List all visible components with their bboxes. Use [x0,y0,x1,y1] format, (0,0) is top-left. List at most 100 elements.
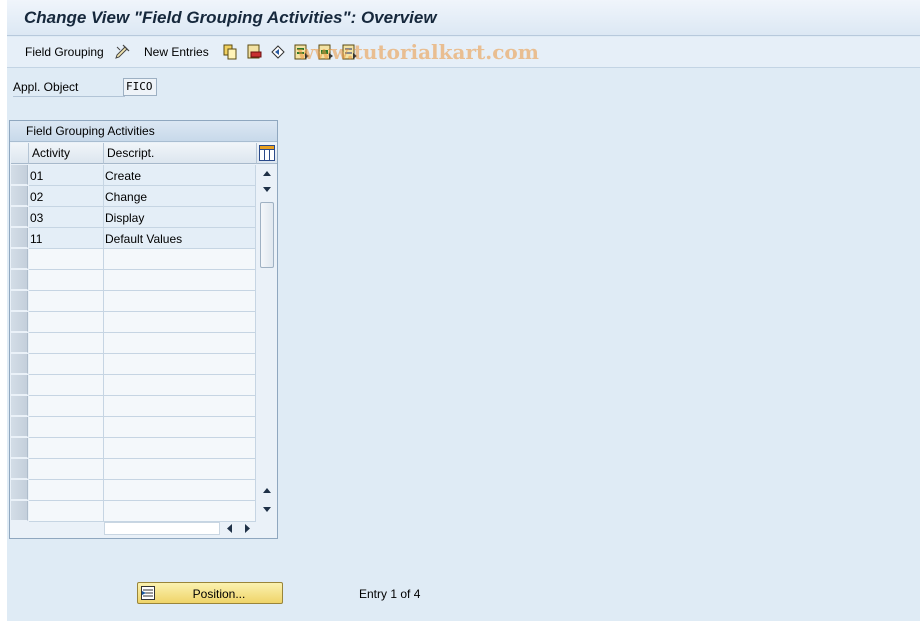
row-selector[interactable] [11,249,28,269]
table-row[interactable] [29,333,256,354]
cell-activity[interactable]: 11 [29,228,104,249]
cell-description[interactable] [104,501,256,522]
scroll-left-icon[interactable] [224,522,236,535]
description-value: Display [105,211,145,225]
horizontal-scrollbar[interactable] [104,521,256,536]
cell-activity[interactable]: 02 [29,186,104,207]
cell-activity[interactable] [29,438,104,459]
select-all-rows-button[interactable] [11,143,29,164]
column-header-description[interactable]: Descript. [104,143,257,164]
title-bar: Change View "Field Grouping Activities":… [7,0,920,36]
table-row[interactable] [29,459,256,480]
row-selector[interactable] [11,375,28,395]
table-row[interactable] [29,312,256,333]
vertical-scrollbar[interactable] [259,165,276,517]
table-row[interactable] [29,270,256,291]
cell-activity[interactable]: 01 [29,165,104,186]
cell-activity[interactable] [29,312,104,333]
cell-activity[interactable]: 03 [29,207,104,228]
cell-description[interactable] [104,333,256,354]
table-title-text: Field Grouping Activities [26,124,155,138]
scroll-page-down-icon[interactable] [261,502,273,516]
row-selector[interactable] [11,438,28,458]
table-row[interactable] [29,249,256,270]
new-entries-button[interactable]: New Entries [144,45,209,59]
cell-description[interactable]: Create [104,165,256,186]
scroll-page-up-icon[interactable] [261,484,273,498]
row-selector[interactable] [11,396,28,416]
table-row[interactable] [29,396,256,417]
table-row[interactable] [29,417,256,438]
horizontal-scroll-track[interactable] [104,522,220,535]
cell-description[interactable] [104,291,256,312]
row-selector[interactable] [11,165,28,185]
activity-value: 02 [30,190,44,204]
row-selector[interactable] [11,501,28,521]
table-row[interactable] [29,480,256,501]
cell-description[interactable] [104,417,256,438]
row-selector[interactable] [11,417,28,437]
cell-activity[interactable] [29,354,104,375]
cell-activity[interactable] [29,417,104,438]
table-row[interactable]: 11 Default Values [29,228,256,249]
cell-description[interactable]: Display [104,207,256,228]
row-selector[interactable] [11,354,28,374]
column-header-activity[interactable]: Activity [29,143,104,164]
row-selector[interactable] [11,312,28,332]
appl-object-field[interactable]: FICO [123,78,157,96]
row-selector[interactable] [11,228,28,248]
table-row[interactable] [29,501,256,522]
scroll-right-icon[interactable] [241,522,253,535]
row-selector[interactable] [11,459,28,479]
description-value: Change [105,190,148,204]
cell-description[interactable]: Change [104,186,256,207]
cell-description[interactable] [104,354,256,375]
field-grouping-button[interactable]: Field Grouping [25,45,104,59]
undo-icon[interactable] [270,44,286,60]
cell-activity[interactable] [29,480,104,501]
table-row[interactable] [29,438,256,459]
sap-screen: Change View "Field Grouping Activities":… [0,0,920,621]
cell-description[interactable] [104,459,256,480]
scroll-down-icon[interactable] [261,182,273,196]
cell-activity[interactable] [29,501,104,522]
cell-description[interactable]: Default Values [104,228,256,249]
change-icon[interactable] [114,44,130,60]
cell-description[interactable] [104,270,256,291]
table-row[interactable] [29,291,256,312]
copy-icon[interactable] [222,44,238,60]
scroll-thumb[interactable] [260,202,274,268]
scroll-up-icon[interactable] [261,167,273,181]
position-button[interactable]: Position... [137,582,283,604]
appl-object-label-text: Appl. Object [13,80,79,94]
cell-description[interactable] [104,396,256,417]
cell-activity[interactable] [29,459,104,480]
cell-description[interactable] [104,375,256,396]
row-selector[interactable] [11,291,28,311]
table-settings-button[interactable] [257,143,277,164]
row-selector[interactable] [11,207,28,227]
cell-description[interactable] [104,312,256,333]
cell-activity[interactable] [29,333,104,354]
table-row[interactable]: 03 Display [29,207,256,228]
table-settings-icon [259,145,275,161]
row-selector[interactable] [11,333,28,353]
column-header-description-text: Descript. [107,146,155,160]
table-row[interactable]: 01 Create [29,165,256,186]
cell-description[interactable] [104,249,256,270]
row-selector[interactable] [11,480,28,500]
table-row[interactable]: 02 Change [29,186,256,207]
cell-description[interactable] [104,438,256,459]
cell-activity[interactable] [29,291,104,312]
cell-activity[interactable] [29,396,104,417]
cell-activity[interactable] [29,270,104,291]
table-row[interactable] [29,375,256,396]
cell-activity[interactable] [29,375,104,396]
page-title: Change View "Field Grouping Activities":… [24,8,437,27]
cell-description[interactable] [104,480,256,501]
delete-icon[interactable] [246,44,262,60]
table-row[interactable] [29,354,256,375]
cell-activity[interactable] [29,249,104,270]
row-selector[interactable] [11,186,28,206]
row-selector[interactable] [11,270,28,290]
